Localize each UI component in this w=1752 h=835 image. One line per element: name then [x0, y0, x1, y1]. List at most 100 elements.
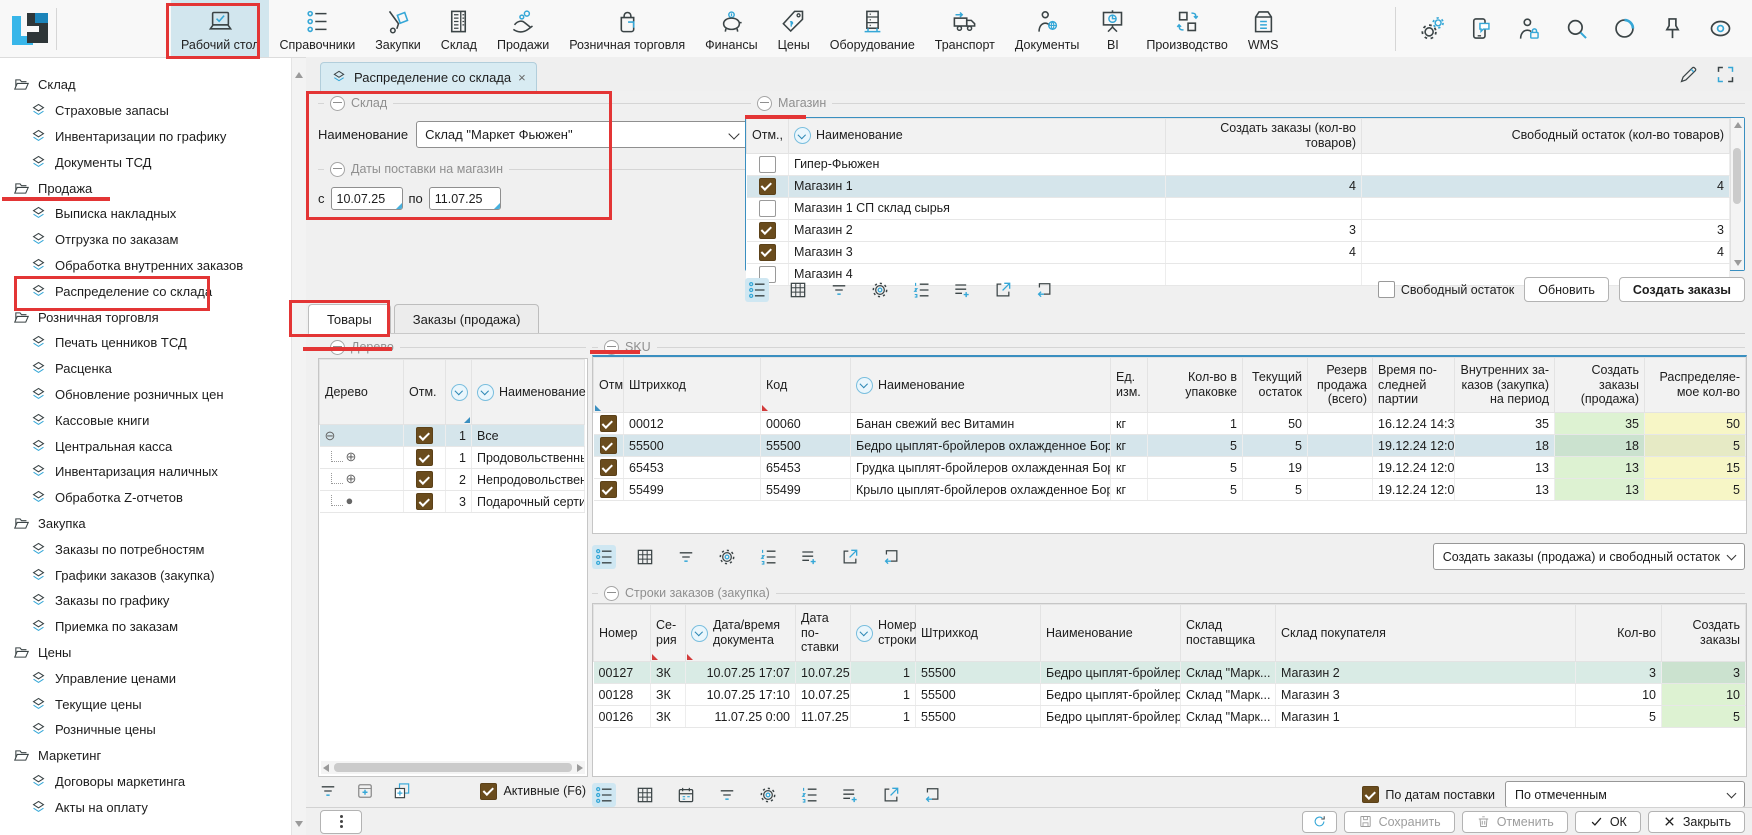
refresh-icon-button[interactable]	[1302, 811, 1337, 833]
eye-icon[interactable]	[1707, 15, 1734, 42]
column-header[interactable]: Наименование	[789, 119, 1166, 154]
settings-gear-button[interactable]	[868, 278, 892, 302]
tree-horizontal-scrollbar[interactable]	[321, 761, 585, 774]
column-header[interactable]: Наименование	[851, 358, 1111, 413]
nav-bi[interactable]: BI	[1089, 0, 1136, 57]
numbered-list-button[interactable]	[909, 278, 933, 302]
list-view-button[interactable]	[592, 545, 616, 569]
row-checkbox[interactable]	[600, 415, 617, 432]
scroll-right-icon[interactable]	[577, 764, 583, 772]
user-lock-icon[interactable]	[1515, 15, 1542, 42]
sku-row[interactable]: 5550055500Бедро цыплят-бройлеров охлажде…	[594, 435, 1746, 457]
cancel-button[interactable]: Отменить	[1462, 811, 1568, 833]
sidebar-item[interactable]: Центральная касса	[0, 433, 291, 459]
order-row[interactable]: 00126ЗК11.07.25 0:0011.07.25155500Бедро …	[594, 706, 1746, 728]
row-checkbox[interactable]	[759, 200, 776, 217]
row-checkbox[interactable]	[416, 493, 433, 510]
sidebar-group-sklad[interactable]: Склад	[0, 72, 291, 98]
sort-icon[interactable]	[856, 377, 873, 394]
nav-transport[interactable]: Транспорт	[925, 0, 1005, 57]
settings-gears-icon[interactable]	[1419, 15, 1446, 42]
column-header[interactable]: Номер	[594, 605, 651, 662]
reload-button[interactable]	[879, 545, 903, 569]
column-header[interactable]: Создать заказы (продажа)	[1555, 358, 1645, 413]
column-header[interactable]: Склад поставщика	[1181, 605, 1276, 662]
column-header[interactable]: Кол-во в упаковке	[1148, 358, 1243, 413]
sidebar-item[interactable]: Заказы по графику	[0, 588, 291, 614]
nav-wms[interactable]: WMS	[1238, 0, 1289, 57]
table-row[interactable]: Гипер-Фьюжен	[747, 153, 1730, 175]
list-view-button[interactable]	[592, 783, 616, 807]
sidebar-item[interactable]: Печать ценников ТСД	[0, 330, 291, 356]
device-chat-icon[interactable]	[1467, 15, 1494, 42]
sidebar-item[interactable]: Акты на оплату	[0, 794, 291, 820]
sidebar-group-prodazha[interactable]: Продажа	[0, 175, 291, 201]
column-header[interactable]: Дата/время документа	[686, 605, 796, 662]
row-checkbox[interactable]	[759, 222, 776, 239]
row-checkbox[interactable]	[416, 471, 433, 488]
sidebar-item[interactable]: Обработка Z-отчетов	[0, 485, 291, 511]
active-checkbox[interactable]	[480, 783, 497, 800]
table-row[interactable]: Магазин 144	[747, 175, 1730, 197]
tree-row[interactable]: ⊕ 1 Продовольственные...	[320, 447, 585, 469]
tab-products[interactable]: Товары	[308, 304, 391, 333]
sidebar-group-marketing[interactable]: Маркетинг	[0, 743, 291, 769]
add-copy-button[interactable]	[392, 781, 412, 801]
sidebar-item[interactable]: Инвентаризация наличных	[0, 459, 291, 485]
sidebar-item[interactable]: Выписка накладных	[0, 201, 291, 227]
order-row[interactable]: 00128ЗК10.07.25 17:1010.07.25155500Бедро…	[594, 684, 1746, 706]
edit-pencil-icon[interactable]	[1678, 64, 1699, 85]
ok-button[interactable]: ОК	[1575, 811, 1641, 833]
sidebar-item[interactable]: Инвентаризации по графику	[0, 124, 291, 150]
tree-expander[interactable]: ⊖	[325, 428, 336, 443]
row-checkbox[interactable]	[759, 178, 776, 195]
tab-sales-orders[interactable]: Заказы (продажа)	[394, 304, 540, 333]
pin-icon[interactable]	[1659, 15, 1686, 42]
sidebar-item[interactable]: Документы ТСД	[0, 149, 291, 175]
sidebar-item[interactable]: Страховые запасы	[0, 98, 291, 124]
column-header[interactable]: Свободный остаток (кол-во товаров)	[1362, 119, 1730, 154]
tree-expander[interactable]: ●	[346, 493, 354, 508]
filter-button[interactable]	[827, 278, 851, 302]
column-header[interactable]: Внутренних за-казов (закупка) на период	[1455, 358, 1555, 413]
add-to-list-button[interactable]	[838, 783, 862, 807]
collapse-icon[interactable]	[757, 96, 772, 111]
column-header[interactable]: Наименование	[1041, 605, 1181, 662]
column-header[interactable]: Отм.	[404, 360, 446, 425]
sidebar-group-zakupka[interactable]: Закупка	[0, 511, 291, 537]
tree-expander[interactable]: ⊕	[346, 471, 357, 486]
nav-prices[interactable]: Цены	[768, 0, 820, 57]
row-checkbox[interactable]	[759, 244, 776, 261]
nav-finance[interactable]: Финансы	[695, 0, 767, 57]
nav-documents[interactable]: Документы	[1005, 0, 1089, 57]
row-checkbox[interactable]	[416, 449, 433, 466]
sidebar-item[interactable]: Текущие цены	[0, 691, 291, 717]
date-from-input[interactable]: 10.07.25	[331, 187, 403, 210]
nav-retail[interactable]: Розничная торговля	[559, 0, 695, 57]
scroll-up-icon[interactable]	[1734, 122, 1742, 128]
column-header[interactable]: Время по-следней партии	[1373, 358, 1455, 413]
nav-production[interactable]: Производство	[1136, 0, 1238, 57]
nav-references[interactable]: Справочники	[269, 0, 365, 57]
grid-view-button[interactable]	[786, 278, 810, 302]
collapse-icon[interactable]	[330, 162, 345, 177]
nav-purchases[interactable]: Закупки	[365, 0, 431, 57]
sidebar-item[interactable]: Расценка	[0, 356, 291, 382]
tree-row[interactable]: ⊖ 1 Все	[320, 425, 585, 447]
column-header[interactable]: Создать заказы (кол-во товаров)	[1166, 119, 1362, 154]
nav-equipment[interactable]: Оборудование	[820, 0, 925, 57]
column-header[interactable]: Отм.	[594, 358, 624, 413]
sort-icon[interactable]	[856, 625, 873, 642]
filter-button[interactable]	[318, 781, 338, 801]
nav-desktop[interactable]: Рабочий стол	[171, 0, 269, 57]
column-header[interactable]: Наименование	[472, 360, 585, 425]
column-header[interactable]: Кол-во	[1576, 605, 1662, 662]
nav-sales[interactable]: Продажи	[487, 0, 559, 57]
column-header[interactable]: Номер строки	[851, 605, 916, 662]
sidebar-group-tseny[interactable]: Цены	[0, 640, 291, 666]
column-header[interactable]: Создать заказы	[1662, 605, 1746, 662]
export-button[interactable]	[879, 783, 903, 807]
sku-row[interactable]: 6545365453Грудка цыплят-бройлеров охлажд…	[594, 457, 1746, 479]
calendar-button[interactable]	[674, 783, 698, 807]
collapse-icon[interactable]	[604, 586, 619, 601]
